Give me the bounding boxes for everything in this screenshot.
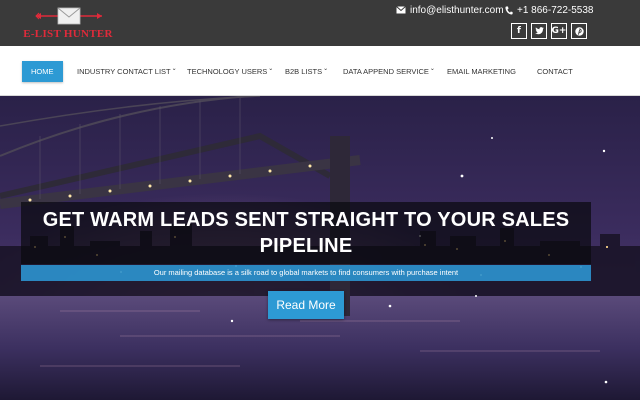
- nav-data-append-service-label: DATA APPEND SERVICE: [343, 67, 429, 76]
- logo-text: E-LIST HUNTER: [23, 28, 113, 40]
- envelope-icon: [396, 6, 406, 14]
- nav-data-append-service[interactable]: DATA APPEND SERVICE ⌄: [343, 61, 435, 82]
- headline-box: GET WARM LEADS SENT STRAIGHT TO YOUR SAL…: [21, 202, 591, 264]
- logo[interactable]: E-LIST HUNTER: [20, 6, 116, 42]
- phone-icon: [505, 6, 513, 15]
- nav-industry-contact-list-label: INDUSTRY CONTACT LIST: [77, 67, 171, 76]
- contact-email[interactable]: info@elisthunter.com: [396, 3, 504, 17]
- nav-home-label: HOME: [31, 67, 54, 76]
- nav-b2b-lists-label: B2B LISTS: [285, 67, 323, 76]
- contact-email-text: info@elisthunter.com: [410, 4, 504, 16]
- read-more-button[interactable]: Read More: [268, 291, 344, 319]
- contact-phone-text: +1 866-722-5538: [517, 4, 594, 16]
- nav-b2b-lists[interactable]: B2B LISTS ⌄: [285, 61, 328, 82]
- contact-phone[interactable]: +1 866-722-5538: [505, 3, 593, 17]
- hero-banner: GET WARM LEADS SENT STRAIGHT TO YOUR SAL…: [0, 96, 640, 400]
- nav-industry-contact-list[interactable]: INDUSTRY CONTACT LIST ⌄: [77, 61, 177, 82]
- nav-email-marketing[interactable]: EMAIL MARKETING: [447, 61, 516, 82]
- hero-headline-line1: GET WARM LEADS SENT STRAIGHT TO YOUR SAL…: [42, 209, 570, 231]
- nav-contact-label: CONTACT: [537, 67, 573, 76]
- pinterest-icon[interactable]: [571, 23, 587, 39]
- nav-home[interactable]: HOME: [22, 61, 63, 82]
- nav-technology-users[interactable]: TECHNOLOGY USERS ⌄: [187, 61, 273, 82]
- chevron-down-icon: ⌄: [171, 66, 177, 72]
- nav-technology-users-label: TECHNOLOGY USERS: [187, 67, 268, 76]
- hero-headline-line2: PIPELINE: [259, 235, 353, 257]
- social-links: f G+: [511, 23, 587, 39]
- top-bar: E-LIST HUNTER info@elisthunter.com +1 86…: [0, 0, 640, 46]
- facebook-icon[interactable]: f: [511, 23, 527, 39]
- main-nav: HOME INDUSTRY CONTACT LIST ⌄ TECHNOLOGY …: [0, 46, 640, 96]
- hero-headline: GET WARM LEADS SENT STRAIGHT TO YOUR SAL…: [21, 202, 591, 259]
- hero-subline: Our mailing database is a silk road to g…: [21, 265, 591, 281]
- nav-email-marketing-label: EMAIL MARKETING: [447, 67, 516, 76]
- chevron-down-icon: ⌄: [268, 66, 274, 72]
- logo-envelope-icon: [35, 7, 102, 25]
- chevron-down-icon: ⌄: [323, 66, 329, 72]
- twitter-icon[interactable]: [531, 23, 547, 39]
- google-plus-icon[interactable]: G+: [551, 23, 567, 39]
- chevron-down-icon: ⌄: [429, 66, 435, 72]
- nav-contact[interactable]: CONTACT: [537, 61, 573, 82]
